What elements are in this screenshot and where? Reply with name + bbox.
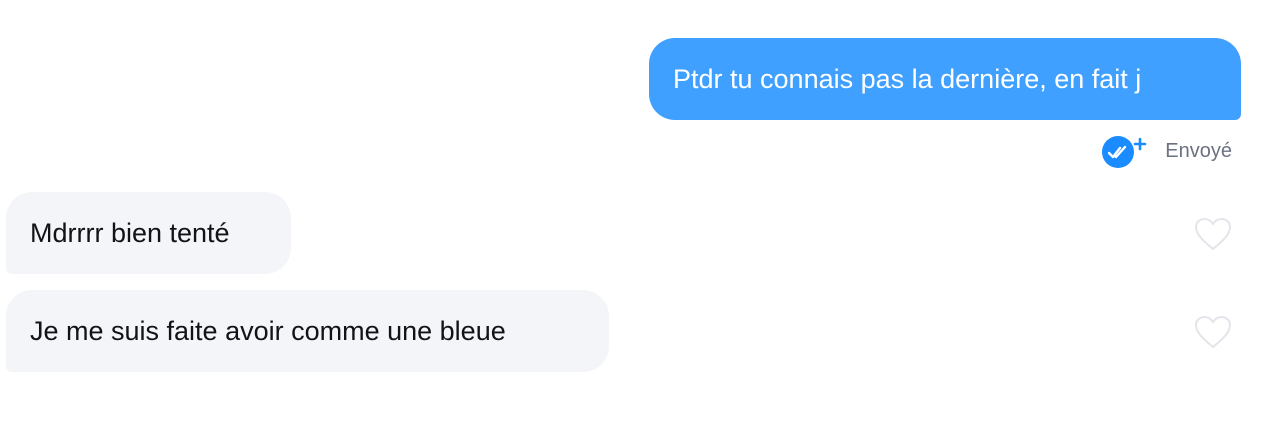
received-message-text: Je me suis faite avoir comme une bleue bbox=[30, 315, 506, 346]
message-status-label: Envoyé bbox=[1165, 139, 1232, 162]
received-message-bubble[interactable]: Je me suis faite avoir comme une bleue bbox=[6, 290, 609, 372]
received-message-text: Mdrrrr bien tenté bbox=[30, 217, 230, 248]
heart-outline-icon[interactable] bbox=[1193, 216, 1233, 252]
double-check-plus-icon bbox=[1101, 134, 1149, 168]
chat-thread: Ptdr tu connais pas la dernière, en fait… bbox=[0, 0, 1272, 444]
sent-message-bubble[interactable]: Ptdr tu connais pas la dernière, en fait… bbox=[649, 38, 1241, 120]
heart-outline-icon[interactable] bbox=[1193, 314, 1233, 350]
sent-message-text: Ptdr tu connais pas la dernière, en fait… bbox=[673, 63, 1142, 94]
message-status-row: Envoyé bbox=[1101, 134, 1232, 168]
received-message-bubble[interactable]: Mdrrrr bien tenté bbox=[6, 192, 291, 274]
